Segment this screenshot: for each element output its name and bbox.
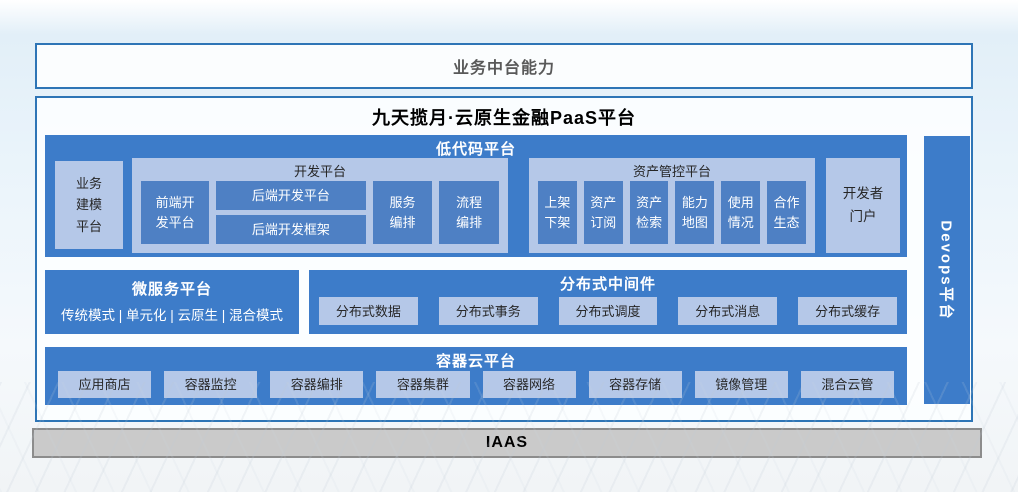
section-distributed-middleware: 分布式中间件 分布式数据 分布式事务 分布式调度 分布式消息 分布式缓存	[309, 270, 907, 334]
group-dev-platform: 开发平台 前端开 发平台 后端开发平台 后端开发框架 服务 编排 流程 编排	[132, 158, 508, 253]
iaas-label: IAAS	[486, 434, 528, 452]
section-devops-platform: Devops平台	[924, 136, 970, 404]
box-frontend-dev-platform: 前端开 发平台	[141, 181, 209, 244]
section-devops-title: Devops平台	[937, 220, 958, 320]
box-usage-status: 使用 情况	[721, 181, 760, 244]
box-distributed-message: 分布式消息	[678, 297, 777, 325]
box-business-modeling-platform: 业务 建模 平台	[55, 161, 123, 249]
box-hybrid-cloud-management: 混合云管	[801, 371, 894, 398]
section-lowcode-platform: 低代码平台 业务 建模 平台 开发平台 前端开 发平台 后端开发平台 后端开发框…	[45, 135, 907, 257]
box-backend-dev-framework: 后端开发框架	[216, 215, 366, 244]
box-developer-portal: 开发者 门户	[826, 158, 900, 253]
box-app-store: 应用商店	[58, 371, 151, 398]
box-distributed-scheduling: 分布式调度	[559, 297, 658, 325]
box-process-orchestration: 流程 编排	[439, 181, 499, 244]
section-container-cloud-title: 容器云平台	[45, 350, 907, 371]
group-dev-platform-title: 开发平台	[132, 158, 508, 179]
box-asset-search: 资产 检索	[630, 181, 669, 244]
box-image-management: 镜像管理	[695, 371, 788, 398]
group-asset-control-platform: 资产管控平台 上架 下架 资产 订阅 资产 检索 能力 地图 使用 情况 合作 …	[529, 158, 815, 253]
banner-business-midplatform-label: 业务中台能力	[453, 54, 555, 78]
section-microservice-platform: 微服务平台 传统模式 | 单元化 | 云原生 | 混合模式	[45, 270, 299, 334]
box-asset-subscription: 资产 订阅	[584, 181, 623, 244]
box-container-storage: 容器存储	[589, 371, 682, 398]
box-container-orchestration: 容器编排	[270, 371, 363, 398]
group-dev-platform-row: 前端开 发平台 后端开发平台 后端开发框架 服务 编排 流程 编排	[132, 179, 508, 253]
box-capability-map: 能力 地图	[675, 181, 714, 244]
microservice-modes: 传统模式 | 单元化 | 云原生 | 混合模式	[45, 299, 299, 324]
box-distributed-cache: 分布式缓存	[798, 297, 897, 325]
banner-business-midplatform: 业务中台能力	[35, 43, 973, 89]
box-container-cluster: 容器集群	[376, 371, 469, 398]
architecture-diagram: 业务中台能力 九天揽月·云原生金融PaaS平台 低代码平台 业务 建模 平台 开…	[0, 0, 1018, 492]
middleware-row: 分布式数据 分布式事务 分布式调度 分布式消息 分布式缓存	[319, 297, 897, 325]
section-microservice-title: 微服务平台	[45, 270, 299, 299]
paas-platform-box: 九天揽月·云原生金融PaaS平台 低代码平台 业务 建模 平台 开发平台 前端开…	[35, 96, 973, 422]
section-lowcode-title: 低代码平台	[45, 138, 907, 159]
iaas-bar: IAAS	[32, 428, 982, 458]
group-backend-stack: 后端开发平台 后端开发框架	[216, 181, 366, 244]
group-asset-control-row: 上架 下架 资产 订阅 资产 检索 能力 地图 使用 情况 合作 生态	[529, 179, 815, 253]
box-distributed-data: 分布式数据	[319, 297, 418, 325]
box-backend-dev-platform: 后端开发平台	[216, 181, 366, 210]
section-container-cloud-platform: 容器云平台 应用商店 容器监控 容器编排 容器集群 容器网络 容器存储 镜像管理…	[45, 347, 907, 405]
box-asset-onoff-shelf: 上架 下架	[538, 181, 577, 244]
box-container-monitoring: 容器监控	[164, 371, 257, 398]
paas-platform-title: 九天揽月·云原生金融PaaS平台	[37, 104, 971, 130]
section-middleware-title: 分布式中间件	[309, 273, 907, 294]
group-asset-control-title: 资产管控平台	[529, 158, 815, 179]
box-cooperation-ecosystem: 合作 生态	[767, 181, 806, 244]
box-container-network: 容器网络	[483, 371, 576, 398]
box-service-orchestration: 服务 编排	[373, 181, 433, 244]
box-distributed-transaction: 分布式事务	[439, 297, 538, 325]
container-cloud-row: 应用商店 容器监控 容器编排 容器集群 容器网络 容器存储 镜像管理 混合云管	[58, 371, 894, 398]
